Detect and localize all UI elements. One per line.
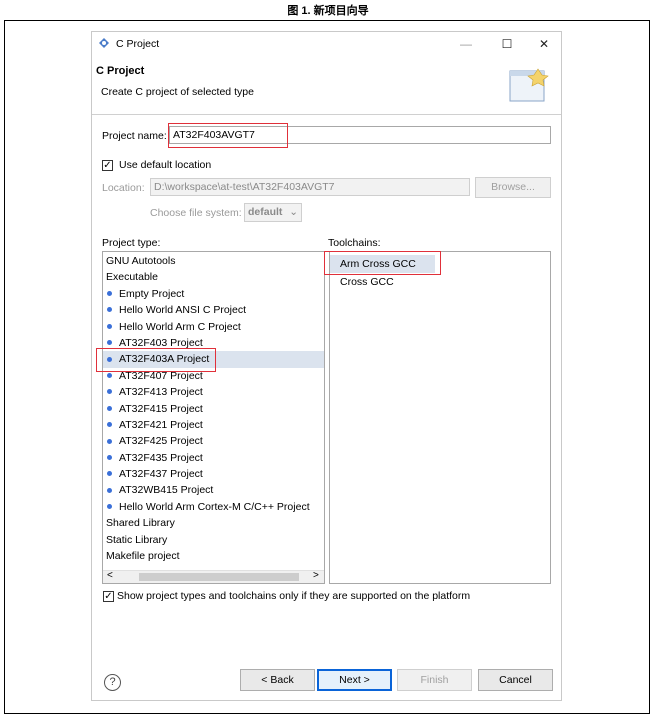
project-type-item[interactable]: AT32F415 Project [103, 401, 324, 417]
toolchains-label: Toolchains: [328, 237, 381, 249]
project-name-label: Project name: [102, 130, 167, 142]
close-button[interactable]: ✕ [533, 35, 555, 53]
project-bullet-icon [107, 471, 112, 477]
scrollbar-thumb[interactable] [139, 573, 299, 581]
project-type-item[interactable]: Empty Project [103, 286, 324, 302]
project-bullet-icon [107, 504, 112, 510]
project-type-item[interactable]: Hello World Arm Cortex-M C/C++ Project [103, 499, 324, 515]
window-title: C Project [116, 38, 160, 50]
project-bullet-icon [107, 487, 112, 493]
project-bullet-icon [107, 405, 112, 411]
project-type-item[interactable]: AT32F413 Project [103, 384, 324, 400]
finish-button[interactable]: Finish [397, 669, 472, 691]
project-type-item-label: AT32F413 Project [119, 386, 203, 399]
project-name-highlight [168, 123, 288, 148]
project-type-item-label: Empty Project [119, 287, 185, 300]
project-bullet-icon [107, 438, 112, 444]
maximize-button[interactable]: ☐ [496, 35, 518, 53]
project-type-item[interactable]: AT32F435 Project [103, 450, 324, 466]
project-type-item-label: AT32F435 Project [119, 451, 203, 464]
page-title: C Project [96, 65, 145, 77]
project-type-item-label: AT32F415 Project [119, 402, 203, 415]
toolchain-item-label: Cross GCC [340, 276, 394, 288]
project-type-item-label: Makefile project [106, 550, 180, 563]
toolchain-highlight [324, 251, 441, 275]
back-button[interactable]: < Back [240, 669, 315, 691]
page-description: Create C project of selected type [101, 86, 254, 98]
show-supported-checkbox[interactable]: ✓ [103, 591, 114, 602]
project-type-label: Project type: [102, 237, 161, 249]
project-bullet-icon [107, 422, 112, 428]
project-type-item[interactable]: Shared Library [103, 515, 324, 531]
project-type-item-label: Hello World ANSI C Project [119, 304, 247, 317]
project-bullet-icon [107, 340, 112, 346]
eclipse-cdt-icon [99, 38, 109, 48]
location-input[interactable]: D:\workspace\at-test\AT32F403AVGT7 [150, 178, 470, 196]
project-type-item[interactable]: Static Library [103, 532, 324, 548]
use-default-location-label: Use default location [119, 159, 212, 171]
project-type-item-label: Hello World Arm Cortex-M C/C++ Project [119, 500, 310, 513]
project-bullet-icon [107, 372, 112, 378]
project-type-item-label: AT32F425 Project [119, 435, 203, 448]
project-bullet-icon [107, 323, 112, 329]
next-button[interactable]: Next > [317, 669, 392, 691]
show-supported-label: Show project types and toolchains only i… [117, 590, 471, 602]
project-bullet-icon [107, 307, 112, 313]
toolchain-item[interactable]: Cross GCC [330, 273, 550, 291]
project-type-item[interactable]: Executable [103, 269, 324, 285]
project-type-list[interactable]: GNU Autotools Executable Empty Project Hell… [102, 251, 325, 584]
help-icon[interactable]: ? [104, 674, 121, 691]
horizontal-scrollbar[interactable]: < > [103, 570, 324, 583]
toolchains-list[interactable]: Arm Cross GCC Cross GCC [329, 251, 551, 584]
project-type-item-label: AT32WB415 Project [119, 484, 214, 497]
chevron-down-icon: ⌄ [289, 206, 298, 218]
minimize-button[interactable]: — [455, 35, 477, 53]
scroll-left-icon[interactable]: < [107, 570, 113, 581]
file-system-value: default [248, 206, 283, 218]
project-type-item[interactable]: GNU Autotools [103, 253, 324, 269]
file-system-label: Choose file system: [150, 207, 242, 219]
project-bullet-icon [107, 454, 112, 460]
project-type-item-label: Static Library [106, 533, 168, 546]
project-type-item-label: Hello World Arm C Project [119, 320, 241, 333]
project-type-item-label: AT32F421 Project [119, 418, 203, 431]
figure-caption: 图 1. 新项目向导 [287, 5, 369, 17]
project-type-item-label: AT32F437 Project [119, 468, 203, 481]
project-type-item[interactable]: Hello World ANSI C Project [103, 302, 324, 318]
project-type-item[interactable]: Makefile project [103, 548, 324, 564]
c-project-dialog: C Project — ☐ ✕ C Project Create C proje… [91, 31, 562, 701]
use-default-location-checkbox[interactable]: ✓ [102, 160, 113, 171]
project-type-item-label: Executable [106, 271, 158, 284]
cancel-button[interactable]: Cancel [478, 669, 553, 691]
title-bar[interactable]: C Project — ☐ ✕ [92, 32, 561, 56]
project-type-item[interactable]: AT32F425 Project [103, 433, 324, 449]
wizard-banner-icon [509, 68, 549, 102]
project-type-item[interactable]: AT32F421 Project [103, 417, 324, 433]
wizard-header: C Project Create C project of selected t… [92, 56, 561, 115]
project-type-item[interactable]: AT32F437 Project [103, 466, 324, 482]
file-system-select[interactable]: default ⌄ [244, 203, 302, 222]
project-type-highlight [96, 348, 216, 372]
project-bullet-icon [107, 389, 112, 395]
location-label: Location: [102, 182, 145, 194]
project-type-item-label: Shared Library [106, 517, 175, 530]
browse-button[interactable]: Browse... [475, 177, 551, 198]
project-bullet-icon [107, 291, 112, 296]
scroll-right-icon[interactable]: > [313, 570, 319, 581]
project-type-item[interactable]: Hello World Arm C Project [103, 319, 324, 335]
project-type-item-label: GNU Autotools [106, 255, 176, 267]
project-type-item[interactable]: AT32WB415 Project [103, 482, 324, 498]
